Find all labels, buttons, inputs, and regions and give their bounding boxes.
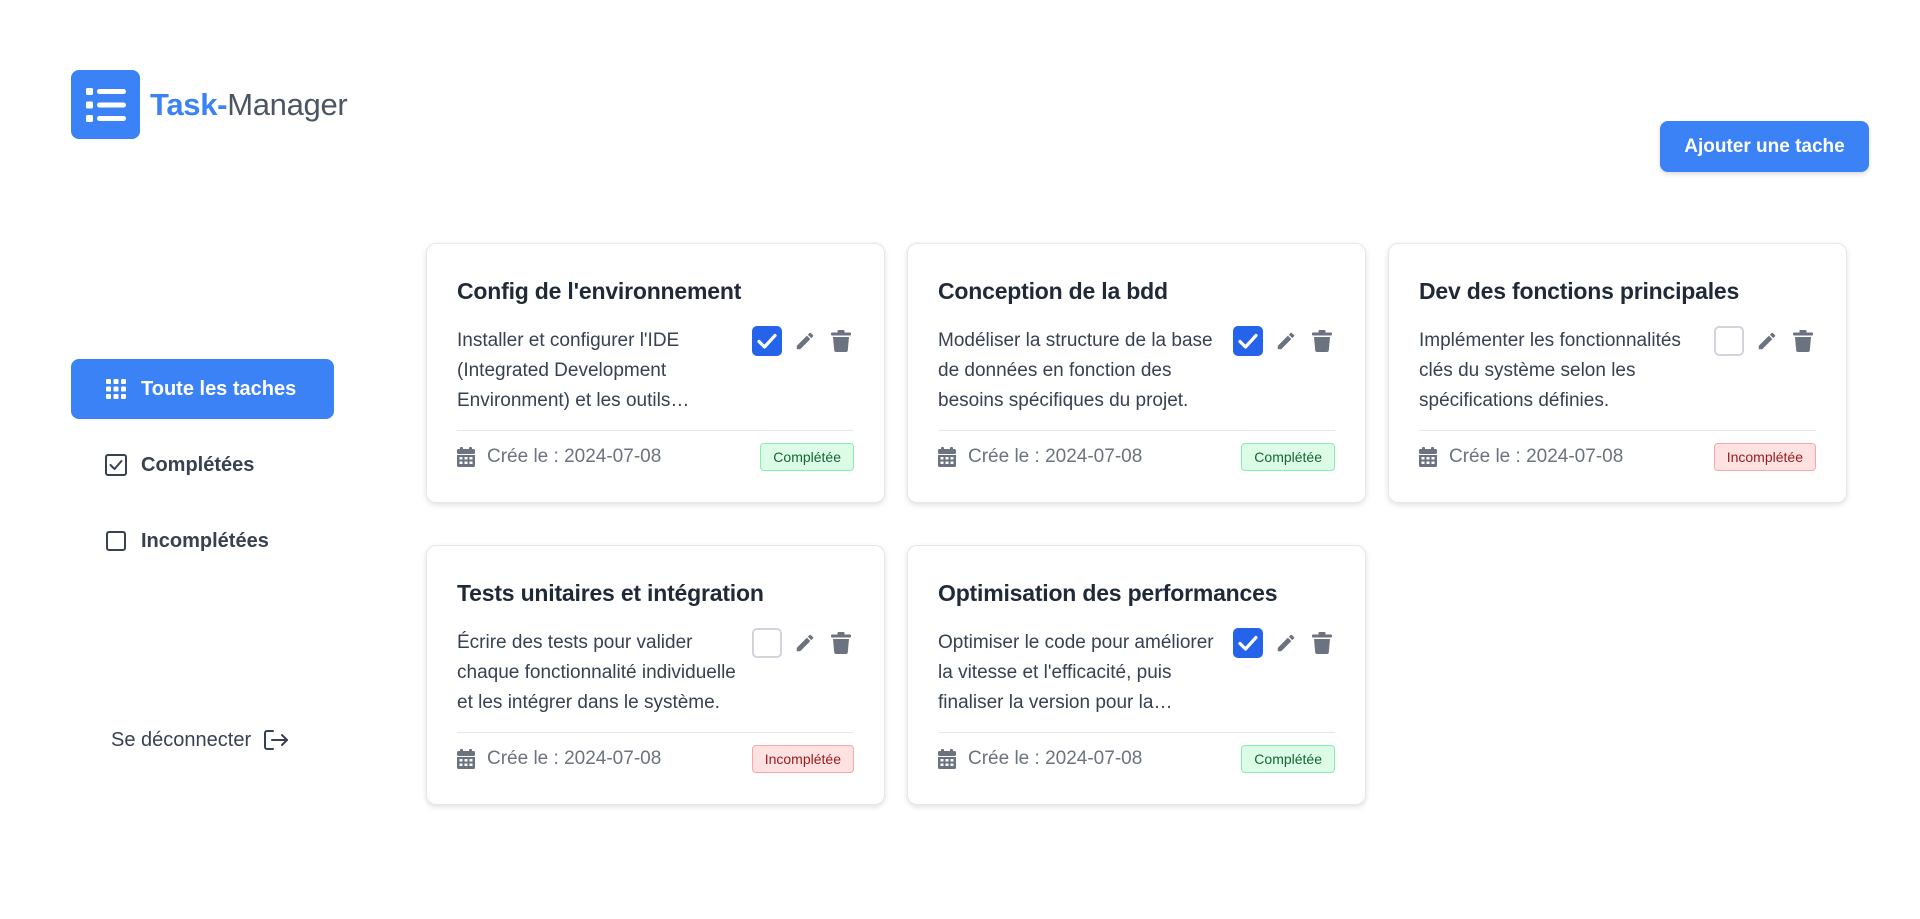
task-date-label: Crée le : 2024-07-08 — [1449, 446, 1624, 467]
empty-box-icon — [105, 530, 127, 552]
task-card: Optimisation des performances Optimiser … — [907, 545, 1366, 805]
task-complete-checkbox[interactable] — [1233, 627, 1263, 658]
delete-button[interactable] — [1790, 326, 1816, 356]
sidebar-nav: Toute les taches Complétées Incomplétées — [71, 359, 334, 587]
nav-item-completed-label: Complétées — [141, 453, 255, 476]
task-date: Crée le : 2024-07-08 — [938, 748, 1142, 770]
task-title: Dev des fonctions principales — [1419, 278, 1740, 304]
edit-button[interactable] — [792, 326, 818, 356]
task-date: Crée le : 2024-07-08 — [457, 446, 661, 468]
trash-icon — [1312, 329, 1332, 352]
delete-button[interactable] — [1309, 326, 1335, 356]
app-logo: Task-Manager — [71, 70, 348, 139]
edit-button[interactable] — [792, 628, 818, 658]
edit-button[interactable] — [1273, 326, 1299, 356]
task-description: Optimiser le code pour améliorer la vite… — [938, 631, 1214, 713]
calendar-icon — [938, 749, 956, 769]
nav-item-incomplete[interactable]: Incomplétées — [71, 511, 334, 571]
nav-item-all[interactable]: Toute les taches — [71, 359, 334, 419]
checkmark-icon — [1238, 333, 1258, 349]
pencil-icon — [796, 634, 814, 651]
task-card: Tests unitaires et intégration Écrire de… — [426, 545, 885, 805]
task-title: Conception de la bdd — [938, 278, 1168, 304]
nav-item-incomplete-label: Incomplétées — [141, 529, 269, 552]
status-badge: Incomplétée — [1713, 443, 1816, 471]
add-task-button[interactable]: Ajouter une tache — [1660, 121, 1869, 172]
task-grid: Config de l'environnement Installer et c… — [426, 243, 1848, 805]
edit-button[interactable] — [1754, 326, 1780, 356]
app-title-rest: Manager — [227, 86, 348, 122]
task-date-label: Crée le : 2024-07-08 — [968, 446, 1143, 467]
logout-label: Se déconnecter — [111, 728, 252, 751]
delete-button[interactable] — [1309, 628, 1335, 658]
task-description: Installer et configurer l'IDE (Integrate… — [457, 329, 680, 411]
task-complete-checkbox[interactable] — [752, 627, 782, 658]
task-date-label: Crée le : 2024-07-08 — [487, 446, 662, 467]
task-card: Config de l'environnement Installer et c… — [426, 243, 885, 503]
trash-icon — [1312, 631, 1332, 654]
task-description: Implémenter les fonctionnalités clés du … — [1419, 329, 1681, 411]
task-description: Écrire des tests pour valider chaque fon… — [457, 631, 736, 713]
nav-item-completed[interactable]: Complétées — [71, 435, 334, 495]
pencil-icon — [796, 332, 814, 349]
checked-box-icon — [105, 454, 127, 476]
edit-button[interactable] — [1273, 628, 1299, 658]
task-date-label: Crée le : 2024-07-08 — [487, 748, 662, 769]
task-card: Conception de la bdd Modéliser la struct… — [907, 243, 1366, 503]
task-date: Crée le : 2024-07-08 — [938, 446, 1142, 468]
task-description: Modéliser la structure de la base de don… — [938, 329, 1213, 411]
checkmark-icon — [757, 333, 777, 349]
logout-button[interactable]: Se déconnecter — [111, 728, 289, 752]
pencil-icon — [1758, 332, 1776, 349]
trash-icon — [831, 631, 851, 654]
calendar-icon — [457, 447, 475, 467]
delete-button[interactable] — [828, 326, 854, 356]
task-title: Config de l'environnement — [457, 278, 742, 304]
status-badge: Complétée — [760, 443, 854, 471]
delete-button[interactable] — [828, 628, 854, 658]
pencil-icon — [1277, 634, 1295, 651]
pencil-icon — [1277, 332, 1295, 349]
status-badge: Complétée — [1241, 745, 1335, 773]
status-badge: Incomplétée — [751, 745, 854, 773]
task-date-label: Crée le : 2024-07-08 — [968, 748, 1143, 769]
logout-icon — [264, 730, 289, 750]
app-title-bold: Task- — [150, 86, 228, 122]
list-icon — [71, 70, 140, 139]
task-date: Crée le : 2024-07-08 — [1419, 446, 1623, 468]
status-badge: Complétée — [1241, 443, 1335, 471]
task-complete-checkbox[interactable] — [1233, 325, 1263, 356]
task-title: Tests unitaires et intégration — [457, 580, 764, 606]
trash-icon — [1793, 329, 1813, 352]
grid-icon — [105, 378, 127, 400]
trash-icon — [831, 329, 851, 352]
task-card: Dev des fonctions principales Implémente… — [1388, 243, 1847, 503]
app-title: Task-Manager — [150, 86, 348, 123]
task-date: Crée le : 2024-07-08 — [457, 748, 661, 770]
calendar-icon — [938, 447, 956, 467]
nav-item-all-label: Toute les taches — [141, 377, 297, 400]
task-complete-checkbox[interactable] — [752, 325, 782, 356]
task-title: Optimisation des performances — [938, 580, 1278, 606]
task-complete-checkbox[interactable] — [1714, 325, 1744, 356]
calendar-icon — [457, 749, 475, 769]
calendar-icon — [1419, 447, 1437, 467]
checkmark-icon — [1238, 635, 1258, 651]
